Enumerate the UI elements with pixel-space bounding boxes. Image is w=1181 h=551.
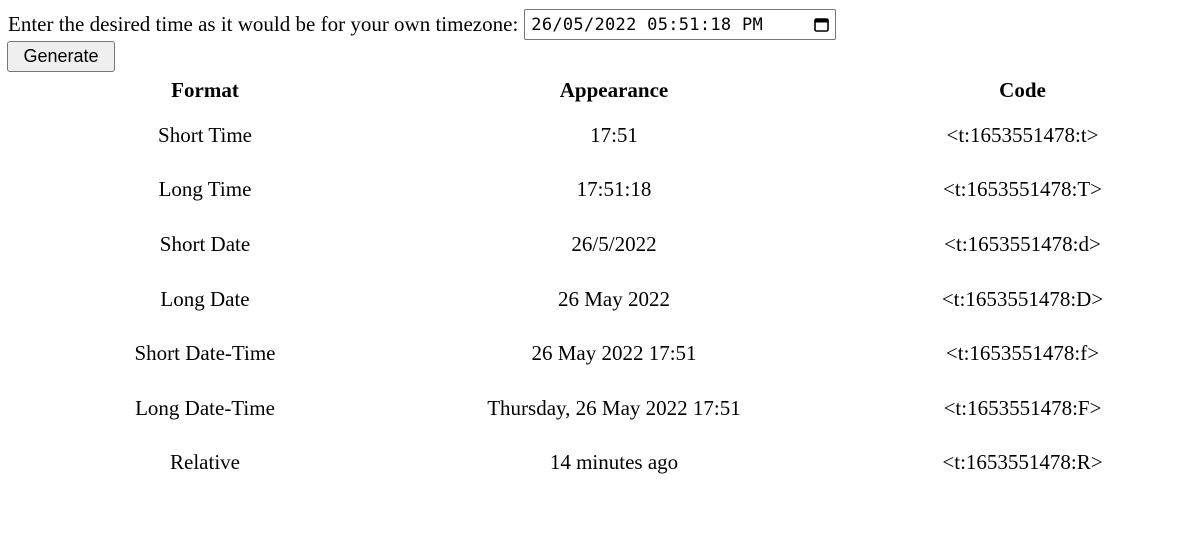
column-header-code: Code (999, 78, 1046, 102)
format-cell: Short Date-Time (134, 341, 276, 366)
generate-button[interactable]: Generate (7, 41, 115, 72)
format-cell: Short Date (159, 231, 251, 256)
calendar-icon[interactable] (813, 17, 829, 33)
format-cell: Relative (170, 450, 240, 475)
table-header-row: Format Appearance Code (8, 73, 1181, 108)
datetime-input[interactable]: 26/05/2022 05:51:18 PM (524, 9, 837, 40)
table-row: Short Date 26/5/2022 <t:1653551478:d> (8, 217, 1181, 272)
code-cell: <t:1653551478:t> (946, 122, 1099, 147)
appearance-cell: 26 May 2022 17:51 (531, 341, 697, 366)
table-row: Short Time 17:51 <t:1653551478:t> (8, 108, 1181, 163)
table-row: Long Date 26 May 2022 <t:1653551478:D> (8, 272, 1181, 327)
format-cell: Short Time (158, 122, 252, 147)
appearance-cell: 17:51 (590, 122, 638, 147)
column-header-appearance: Appearance (559, 78, 669, 102)
appearance-cell: 17:51:18 (576, 177, 652, 202)
code-cell: <t:1653551478:T> (942, 177, 1103, 202)
code-cell: <t:1653551478:d> (944, 231, 1101, 256)
code-cell: <t:1653551478:F> (943, 395, 1102, 420)
datetime-prompt-label: Enter the desired time as it would be fo… (8, 12, 519, 36)
code-cell: <t:1653551478:R> (942, 450, 1103, 475)
table-row: Long Date-Time Thursday, 26 May 2022 17:… (8, 381, 1181, 436)
page: Enter the desired time as it would be fo… (0, 0, 1181, 551)
appearance-cell: 26/5/2022 (571, 231, 657, 256)
appearance-cell: Thursday, 26 May 2022 17:51 (487, 395, 741, 420)
appearance-cell: 26 May 2022 (558, 286, 670, 311)
format-cell: Long Date (160, 286, 250, 311)
table-row: Long Time 17:51:18 <t:1653551478:T> (8, 163, 1181, 218)
format-cell: Long Date-Time (135, 395, 275, 420)
datetime-input-value[interactable]: 26/05/2022 05:51:18 PM (531, 15, 813, 35)
table-body: Short Time 17:51 <t:1653551478:t> Long T… (8, 108, 1181, 490)
column-header-format: Format (171, 78, 239, 102)
datetime-prompt-row: Enter the desired time as it would be fo… (8, 9, 837, 40)
format-cell: Long Time (158, 177, 252, 202)
appearance-cell: 14 minutes ago (549, 450, 679, 475)
code-cell: <t:1653551478:D> (941, 286, 1104, 311)
code-cell: <t:1653551478:f> (945, 341, 1100, 366)
table-row: Short Date-Time 26 May 2022 17:51 <t:165… (8, 326, 1181, 381)
table-row: Relative 14 minutes ago <t:1653551478:R> (8, 436, 1181, 491)
timestamp-formats-table: Format Appearance Code Short Time 17:51 … (8, 73, 1181, 490)
